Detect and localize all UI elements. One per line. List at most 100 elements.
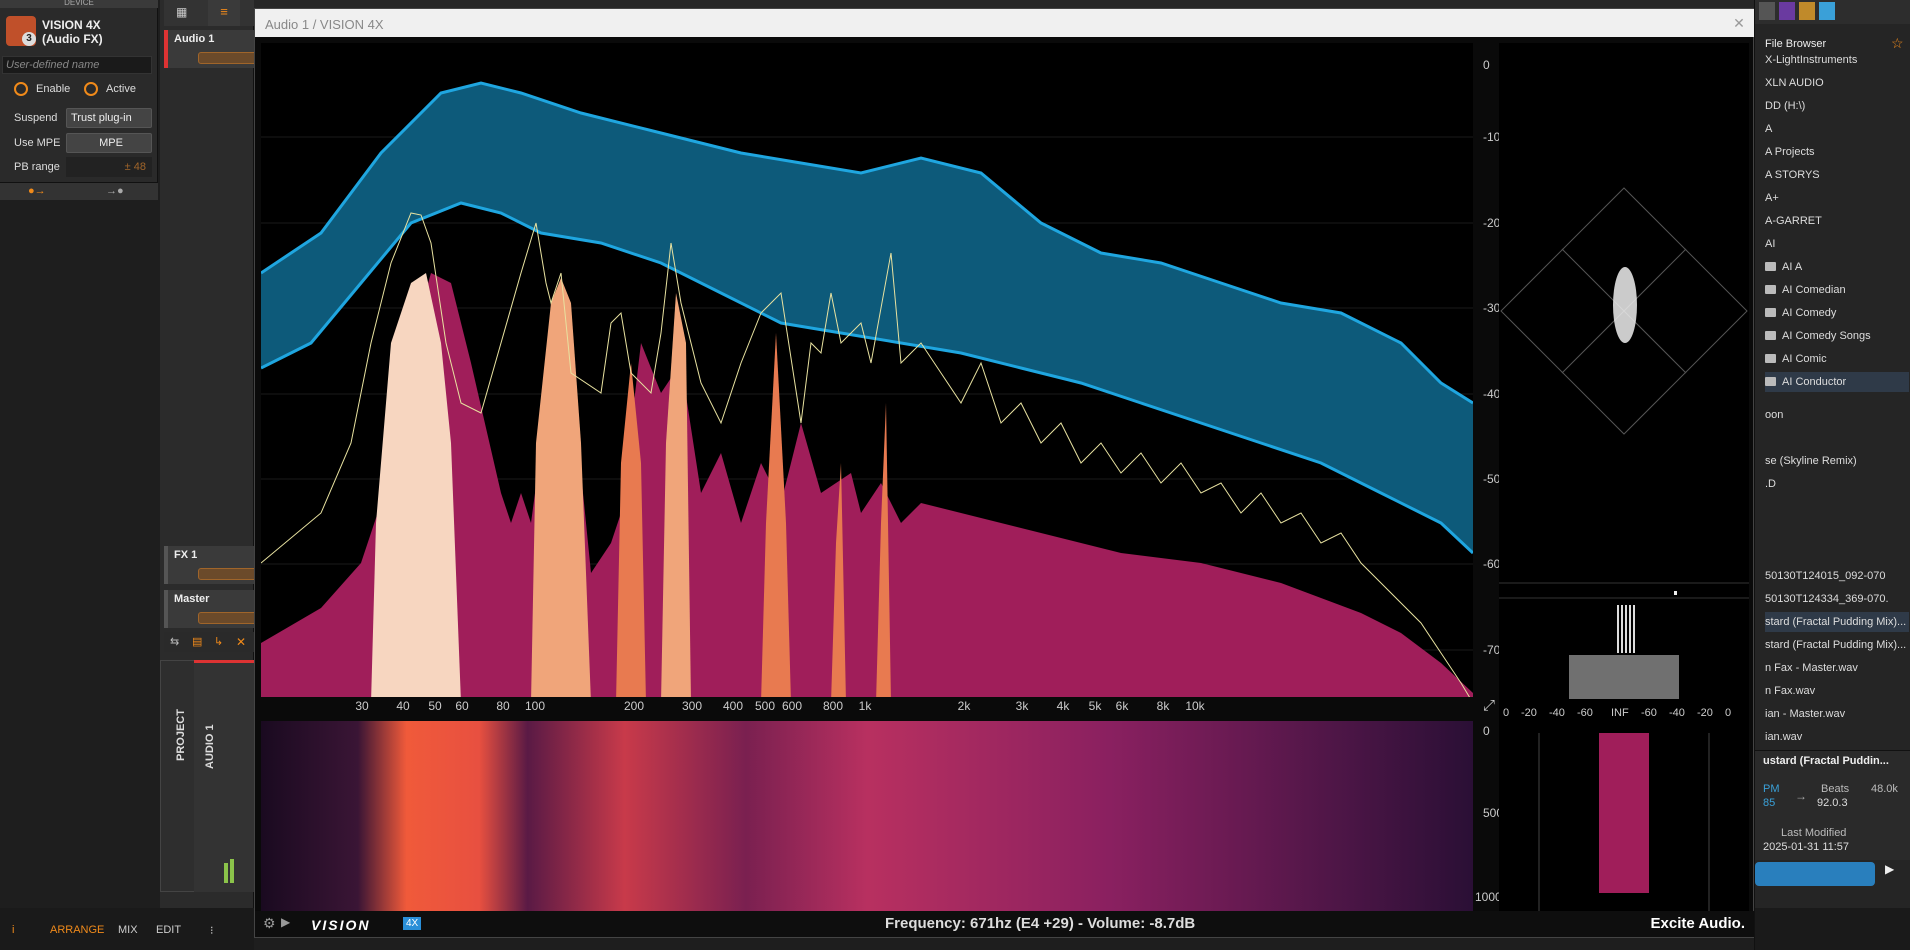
mpe-label: Use MPE	[14, 137, 61, 149]
stereo-panel[interactable]	[1499, 43, 1749, 913]
pb-range-value[interactable]: ± 48	[66, 157, 152, 177]
meter-tick: -20	[1521, 707, 1537, 719]
file-item[interactable]: ian.wav	[1765, 727, 1909, 747]
spectrum-analyzer[interactable]	[261, 43, 1473, 703]
tool-icon[interactable]: ⁝	[210, 924, 214, 937]
file-item[interactable]: 50130T124334_369-070.	[1765, 589, 1909, 609]
user-defined-name-input[interactable]: User-defined name	[2, 56, 152, 74]
folder-icon	[1765, 331, 1776, 340]
db-tick: -70	[1483, 643, 1501, 657]
freq-tick: 600	[781, 699, 803, 713]
browser-item[interactable]: AI	[1765, 234, 1909, 254]
folder-icon	[1765, 377, 1776, 386]
db-tick: 0	[1483, 58, 1490, 72]
file-item[interactable]: n Fax - Master.wav	[1765, 658, 1909, 678]
toolbar-icon[interactable]	[1759, 2, 1775, 20]
swap-icon[interactable]: ⇆	[170, 635, 179, 648]
track-volume-bar[interactable]	[198, 52, 258, 64]
file-item-selected[interactable]: stard (Fractal Pudding Mix)...	[1765, 612, 1909, 632]
track-name: FX 1	[174, 549, 198, 561]
mpe-button[interactable]: MPE	[66, 133, 152, 153]
preview-panel: ustard (Fractal Puddin... PM 85 → Beats …	[1755, 750, 1910, 860]
edit-tab[interactable]: EDIT	[156, 924, 181, 936]
enable-power-icon[interactable]	[14, 82, 28, 96]
track-master[interactable]: Master	[164, 590, 258, 628]
db-tick: -50	[1483, 472, 1501, 486]
enable-label[interactable]: Enable	[36, 83, 70, 95]
file-item[interactable]: se (Skyline Remix)	[1765, 451, 1909, 471]
device-nav-left-icon[interactable]: ●→	[28, 185, 46, 197]
frequency-axis: 30 40 50 60 80 100 200 300 400 500 600 8…	[261, 697, 1473, 715]
meter-tick: 0	[1725, 707, 1732, 719]
browser-folder[interactable]: AI Comic	[1765, 349, 1909, 369]
mix-tab[interactable]: MIX	[118, 924, 138, 936]
close-icon[interactable]: ✕	[236, 635, 246, 649]
window-close-icon[interactable]: ✕	[1729, 13, 1749, 33]
browser-folder[interactable]: AI Comedy	[1765, 303, 1909, 323]
project-label: PROJECT	[175, 709, 187, 761]
layout-icon[interactable]: ▤	[192, 635, 202, 648]
freq-tick: 800	[822, 699, 844, 713]
browser-item[interactable]: A	[1765, 119, 1909, 139]
browser-item[interactable]: DD (H:\)	[1765, 96, 1909, 116]
track-audio-1[interactable]: Audio 1	[164, 30, 258, 68]
plugin-title[interactable]: Audio 1 / VISION 4X	[255, 9, 1755, 37]
grid-icon[interactable]: ▦	[176, 5, 187, 19]
file-item[interactable]: oon	[1765, 405, 1909, 425]
preview-play-icon[interactable]: ▶	[1885, 862, 1894, 876]
expand-icon[interactable]: ⤢	[1480, 697, 1498, 715]
settings-gear-icon[interactable]: ⚙	[263, 915, 276, 932]
browser-folder[interactable]: AI Comedian	[1765, 280, 1909, 300]
pb-range-label: PB range	[14, 161, 60, 173]
browser-item[interactable]: XLN AUDIO	[1765, 73, 1909, 93]
browser-toolbar	[1755, 0, 1910, 24]
browser-item[interactable]: A-GARRET	[1765, 211, 1909, 231]
file-item[interactable]: ian - Master.wav	[1765, 704, 1909, 724]
route-icon[interactable]: ↳	[214, 635, 223, 648]
file-item[interactable]: .D	[1765, 474, 1909, 494]
browser-folder[interactable]: AI Comedy Songs	[1765, 326, 1909, 346]
level-meter	[230, 859, 234, 883]
browser-footer	[1755, 908, 1910, 950]
info-icon[interactable]: i	[12, 924, 14, 936]
bpm-value: 85	[1763, 797, 1776, 809]
toolbar-icon[interactable]	[1799, 2, 1815, 20]
file-item[interactable]: stard (Fractal Pudding Mix)...	[1765, 635, 1909, 655]
file-item[interactable]: 50130T124015_092-070	[1765, 566, 1909, 586]
modified-value: 2025-01-31 11:57	[1763, 841, 1850, 853]
track-volume-bar[interactable]	[198, 612, 258, 624]
play-icon[interactable]: ▶	[281, 915, 290, 929]
toolbar-icon[interactable]	[1779, 2, 1795, 20]
sono-tick: 1000	[1475, 890, 1502, 904]
track-volume-bar[interactable]	[198, 568, 258, 580]
db-tick: -20	[1483, 216, 1501, 230]
device-nav-right-icon[interactable]: →●	[106, 185, 124, 197]
meter-scale: 0 -20 -40 -60 INF -60 -40 -20 0	[1503, 707, 1748, 723]
meter-tick: INF	[1611, 707, 1629, 719]
freq-tick: 80	[496, 699, 510, 713]
folder-icon	[1765, 285, 1776, 294]
browser-item[interactable]: A Projects	[1765, 142, 1909, 162]
device-footer: ●→ →●	[0, 182, 158, 200]
folder-icon	[1765, 262, 1776, 271]
freq-tick: 6k	[1115, 699, 1129, 713]
track-name: Audio 1	[174, 33, 215, 45]
browser-folder[interactable]: AI A	[1765, 257, 1909, 277]
browser-item[interactable]: X-LightInstruments	[1765, 50, 1909, 70]
active-power-icon[interactable]	[84, 82, 98, 96]
browser-folder-selected[interactable]: AI Conductor	[1765, 372, 1909, 392]
file-item[interactable]: n Fax.wav	[1765, 681, 1909, 701]
meter-tick: -40	[1669, 707, 1685, 719]
active-label[interactable]: Active	[106, 83, 136, 95]
track-fx-1[interactable]: FX 1	[164, 546, 258, 584]
browser-item[interactable]: A+	[1765, 188, 1909, 208]
toolbar-icon[interactable]	[1819, 2, 1835, 20]
browser-item[interactable]: A STORYS	[1765, 165, 1909, 185]
sonogram[interactable]	[261, 721, 1473, 911]
list-icon[interactable]: ≡	[208, 0, 240, 26]
preview-waveform[interactable]	[1755, 862, 1875, 886]
suspend-dropdown[interactable]: Trust plug-in	[66, 108, 152, 128]
arrange-tab[interactable]: ARRANGE	[50, 924, 104, 936]
db-tick: -30	[1483, 301, 1501, 315]
bpm-label: PM	[1763, 783, 1780, 795]
